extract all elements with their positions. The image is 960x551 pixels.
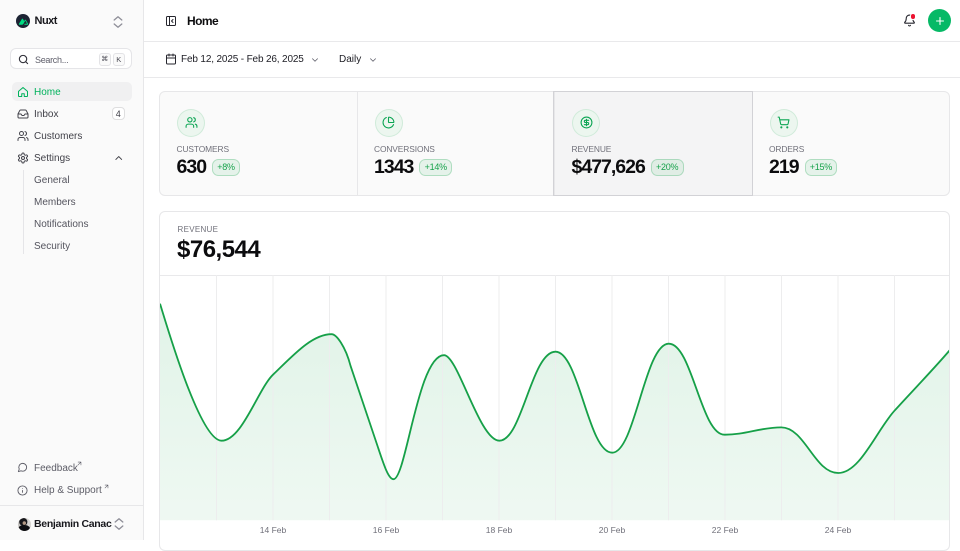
svg-text:14 Feb: 14 Feb (260, 525, 287, 535)
svg-text:24 Feb: 24 Feb (825, 525, 852, 535)
svg-text:22 Feb: 22 Feb (712, 525, 739, 535)
svg-text:16 Feb: 16 Feb (373, 525, 400, 535)
svg-text:18 Feb: 18 Feb (486, 525, 513, 535)
svg-text:20 Feb: 20 Feb (599, 525, 626, 535)
